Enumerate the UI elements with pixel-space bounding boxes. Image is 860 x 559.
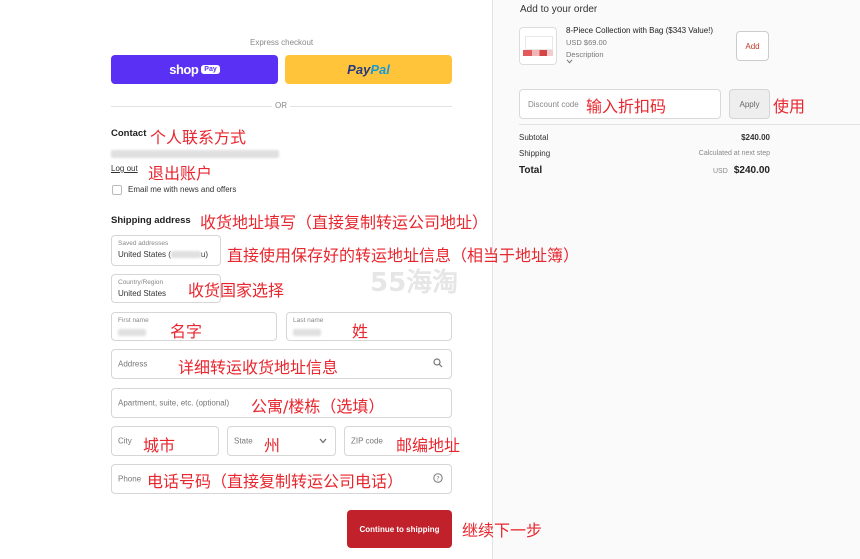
paypal-button[interactable]: Pay Pal	[285, 55, 452, 84]
paypal-logo-part2: Pal	[370, 62, 390, 77]
country-label: Country/Region	[118, 279, 164, 286]
annotation-contact: 个人联系方式	[150, 128, 247, 147]
annotation-country: 收货国家选择	[188, 281, 285, 300]
address-placeholder: Address	[118, 359, 148, 369]
or-label: OR	[272, 101, 290, 110]
product-name: 8-Piece Collection with Bag ($343 Value!…	[566, 26, 714, 35]
subtotal-label: Subtotal	[519, 133, 549, 142]
contact-email-redacted	[111, 150, 279, 158]
subtotal-value: $240.00	[741, 133, 770, 142]
annotation-zip: 邮编地址	[396, 436, 461, 455]
first-name-redacted	[118, 329, 146, 336]
shipping-cost-label: Shipping	[519, 149, 551, 158]
site-watermark: 55海淘	[370, 268, 459, 298]
add-to-order-title: Add to your order	[520, 4, 598, 15]
continue-to-shipping-button[interactable]: Continue to shipping	[347, 510, 452, 548]
annotation-city: 城市	[143, 436, 176, 455]
shop-pay-badge: Pay	[201, 65, 220, 74]
apply-discount-button[interactable]: Apply	[729, 89, 770, 119]
annotation-address: 详细转运收货地址信息	[178, 358, 339, 377]
product-description-toggle[interactable]: Description	[566, 50, 604, 59]
chevron-down-icon	[319, 436, 327, 446]
annotation-discount: 输入折扣码	[586, 97, 667, 116]
shipping-heading: Shipping address	[111, 215, 191, 226]
summary-divider	[519, 124, 860, 125]
shipping-cost-value: Calculated at next step	[698, 150, 770, 157]
annotation-logout: 退出账户	[148, 164, 213, 183]
annotation-phone: 电话号码（直接复制转运公司电话）	[147, 472, 404, 491]
annotation-apply: 使用	[773, 97, 806, 116]
svg-text:?: ?	[436, 474, 439, 482]
apartment-placeholder: Apartment, suite, etc. (optional)	[118, 398, 230, 408]
email-offers-label: Email me with news and offers	[128, 185, 237, 194]
paypal-logo-part1: Pay	[347, 62, 371, 77]
chevron-down-icon[interactable]	[566, 59, 573, 66]
add-product-button[interactable]: Add	[736, 31, 769, 61]
last-name-redacted	[293, 329, 321, 336]
annotation-last-name: 姓	[352, 322, 369, 341]
annotation-state: 州	[264, 436, 281, 455]
help-circle-icon[interactable]: ?	[433, 473, 443, 485]
first-name-label: First name	[118, 317, 149, 324]
product-thumbnail	[519, 27, 557, 65]
shop-pay-button[interactable]: shop Pay	[111, 55, 278, 84]
logout-link[interactable]: Log out	[111, 164, 138, 173]
order-summary-panel: Add to your order 8-Piece Collection wit…	[492, 0, 860, 559]
product-price: USD $69.00	[566, 38, 607, 47]
saved-addresses-value: United States (u)	[118, 250, 209, 259]
search-icon	[433, 358, 443, 370]
annotation-first-name: 名字	[170, 322, 203, 341]
email-offers-checkbox[interactable]	[112, 185, 122, 195]
annotation-shipping: 收货地址填写（直接复制转运公司地址）	[200, 213, 489, 232]
country-value: United States	[118, 289, 167, 298]
last-name-label: Last name	[293, 317, 324, 324]
city-placeholder: City	[118, 436, 132, 446]
saved-addresses-select[interactable]: Saved addresses United States (u)	[111, 235, 221, 266]
last-name-field[interactable]: Last name	[286, 312, 452, 341]
total-value: $240.00	[733, 165, 770, 176]
contact-heading: Contact	[111, 128, 147, 139]
state-select[interactable]: State	[227, 426, 336, 456]
express-checkout-label: Express checkout	[250, 38, 314, 47]
zip-placeholder: ZIP code	[351, 436, 383, 446]
annotation-apartment: 公寓/楼栋（选填）	[251, 397, 385, 416]
annotation-saved: 直接使用保存好的转运地址信息（相当于地址簿）	[227, 246, 580, 265]
state-placeholder: State	[234, 436, 253, 446]
phone-placeholder: Phone	[118, 474, 142, 484]
saved-addresses-label: Saved addresses	[118, 240, 169, 247]
shop-pay-logo: shop	[169, 62, 199, 77]
annotation-continue: 继续下一步	[462, 521, 543, 540]
total-label: Total	[519, 165, 543, 176]
